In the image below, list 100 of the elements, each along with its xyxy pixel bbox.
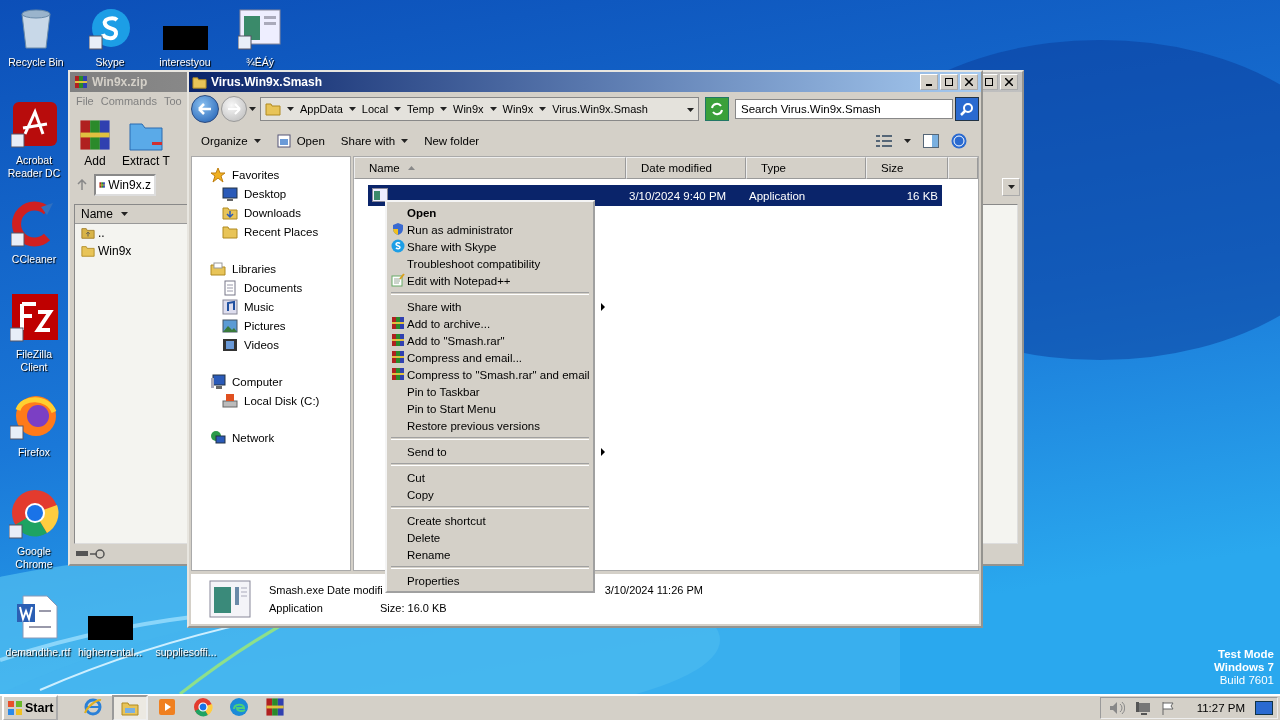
network-icon[interactable] xyxy=(1134,701,1151,715)
menu-item[interactable]: Run as administrator xyxy=(389,221,609,238)
menu-item[interactable]: Restore previous versions xyxy=(389,417,609,434)
menu-item[interactable]: Rename xyxy=(389,546,609,563)
menu-item[interactable]: Edit with Notepad++ xyxy=(389,272,609,289)
file-row[interactable]: 3/10/2024 9:40 PM Application 16 KB xyxy=(368,185,942,206)
desktop-icon-label[interactable]: ¾ËÁý xyxy=(246,56,274,69)
menu-item[interactable]: Cut xyxy=(389,469,609,486)
desktop-icon-label[interactable]: FileZilla Client xyxy=(2,348,66,374)
breadcrumb-item[interactable]: Win9x xyxy=(440,103,484,115)
menu-item[interactable]: Share with xyxy=(389,298,609,315)
view-options-icon[interactable] xyxy=(876,135,892,147)
menu-item[interactable]: Delete xyxy=(389,529,609,546)
column-header[interactable] xyxy=(948,157,978,179)
extract-button[interactable]: Extract T xyxy=(122,118,170,168)
forward-arrow-icon xyxy=(227,103,241,115)
application-window-icon xyxy=(238,8,282,50)
archive-books-icon xyxy=(391,333,405,347)
menu-item[interactable]: Open xyxy=(389,204,609,221)
toolbar-button[interactable]: Share with xyxy=(334,131,415,151)
column-header[interactable]: Date modified xyxy=(626,157,746,179)
back-button[interactable] xyxy=(191,95,219,123)
start-button[interactable]: Start xyxy=(2,695,59,720)
menu-item[interactable]: Share with Skype xyxy=(389,238,609,255)
minimize-button[interactable] xyxy=(920,74,938,90)
nav-item[interactable]: Local Disk (C:) xyxy=(192,391,350,410)
nav-item[interactable]: Downloads xyxy=(192,203,350,222)
address-bar[interactable]: AppData Local Temp Win9x Win9x Virus.Win9x.Smash xyxy=(260,97,699,121)
archive-books-icon xyxy=(391,316,405,330)
date-created-text: 3/10/2024 11:26 PM xyxy=(604,584,703,596)
caret-icon xyxy=(253,138,261,144)
menu-item[interactable]: Pin to Taskbar xyxy=(389,383,609,400)
column-header[interactable]: Type xyxy=(746,157,866,179)
desktop-icon-label[interactable]: Skype xyxy=(95,56,125,69)
show-desktop-icon[interactable] xyxy=(1255,701,1273,715)
menu-item[interactable]: Troubleshoot compatibility xyxy=(389,255,609,272)
menu-item[interactable]: Copy xyxy=(389,486,609,503)
chevron-icon xyxy=(539,106,547,112)
maximize-button[interactable] xyxy=(940,74,958,90)
preview-pane-icon[interactable] xyxy=(923,134,939,148)
recycle-bin-icon xyxy=(18,8,54,50)
close-button[interactable] xyxy=(960,74,978,90)
search-field[interactable]: Search Virus.Win9x.Smash xyxy=(735,99,953,119)
address-field[interactable]: Win9x.z xyxy=(94,174,156,196)
breadcrumb-item[interactable]: Temp xyxy=(394,103,434,115)
shield-icon xyxy=(391,222,405,236)
chrome-icon xyxy=(9,489,59,539)
menu-item[interactable]: Pin to Start Menu xyxy=(389,400,609,417)
column-header[interactable]: Name xyxy=(354,157,626,179)
menu-item[interactable]: Add to archive... xyxy=(389,315,609,332)
nav-item[interactable]: Desktop xyxy=(192,184,350,203)
desktop-icon-label[interactable]: Acrobat Reader DC xyxy=(2,154,66,180)
nav-item[interactable]: Documents xyxy=(192,278,350,297)
nav-item[interactable]: Libraries xyxy=(192,259,350,278)
menu-item[interactable]: Add to "Smash.rar" xyxy=(389,332,609,349)
desktop-icon-label[interactable]: CCleaner xyxy=(11,253,57,266)
toolbar-button[interactable]: Open xyxy=(270,130,331,152)
desktop-icon-label[interactable]: interestyou xyxy=(159,56,211,69)
toolbar-button[interactable]: New folder xyxy=(418,131,486,151)
chrome-icon xyxy=(193,697,214,717)
menu-item[interactable]: Create shortcut xyxy=(389,512,609,529)
search-button[interactable] xyxy=(955,97,979,121)
desktop-icon-label[interactable]: Firefox xyxy=(17,446,51,459)
toolbar-button[interactable]: Organize xyxy=(195,131,267,151)
nav-item[interactable]: Computer xyxy=(192,372,350,391)
add-button[interactable]: Add xyxy=(78,118,112,168)
submenu-arrow-icon xyxy=(601,447,605,456)
word-document-icon xyxy=(15,594,61,640)
nav-item[interactable]: Music xyxy=(192,297,350,316)
nav-item[interactable]: Favorites xyxy=(192,165,350,184)
breadcrumb-item[interactable]: Local xyxy=(348,103,389,115)
nav-item[interactable]: Pictures xyxy=(192,316,350,335)
nav-item[interactable]: Videos xyxy=(192,335,350,354)
desktop-icon-label[interactable]: Google Chrome xyxy=(2,545,66,571)
column-header[interactable]: Name xyxy=(75,205,187,224)
up-arrow-icon[interactable] xyxy=(76,179,88,191)
flag-icon[interactable] xyxy=(1160,701,1177,715)
nav-item[interactable]: Recent Places xyxy=(192,222,350,241)
help-icon[interactable] xyxy=(951,133,967,149)
file-name[interactable]: Win9x xyxy=(98,244,132,258)
maximize-icon xyxy=(945,78,953,86)
drive-key-icon xyxy=(76,549,106,559)
breadcrumb-item[interactable]: Win9x xyxy=(489,103,534,115)
menu-item[interactable]: Send to xyxy=(389,443,609,460)
menu-item[interactable]: Compress to "Smash.rar" and email xyxy=(389,366,609,383)
close-button[interactable] xyxy=(1000,74,1018,90)
sort-icon xyxy=(121,211,128,217)
column-header[interactable]: Size xyxy=(866,157,948,179)
breadcrumb-item[interactable]: Virus.Win9x.Smash xyxy=(539,103,648,115)
desktop-icon-label[interactable]: Recycle Bin xyxy=(8,56,64,69)
refresh-button[interactable] xyxy=(705,97,729,121)
dropdown-button[interactable] xyxy=(1002,178,1020,196)
file-size: Size: 16.0 KB xyxy=(380,602,447,614)
clock[interactable]: 11:27 PM xyxy=(1196,702,1245,714)
nav-item[interactable]: Network xyxy=(192,428,350,447)
speaker-icon[interactable] xyxy=(1108,701,1125,715)
menu-item[interactable]: Compress and email... xyxy=(389,349,609,366)
breadcrumb-item[interactable]: AppData xyxy=(287,103,343,115)
dropdown-icon xyxy=(687,108,694,113)
file-name[interactable]: .. xyxy=(98,226,105,240)
